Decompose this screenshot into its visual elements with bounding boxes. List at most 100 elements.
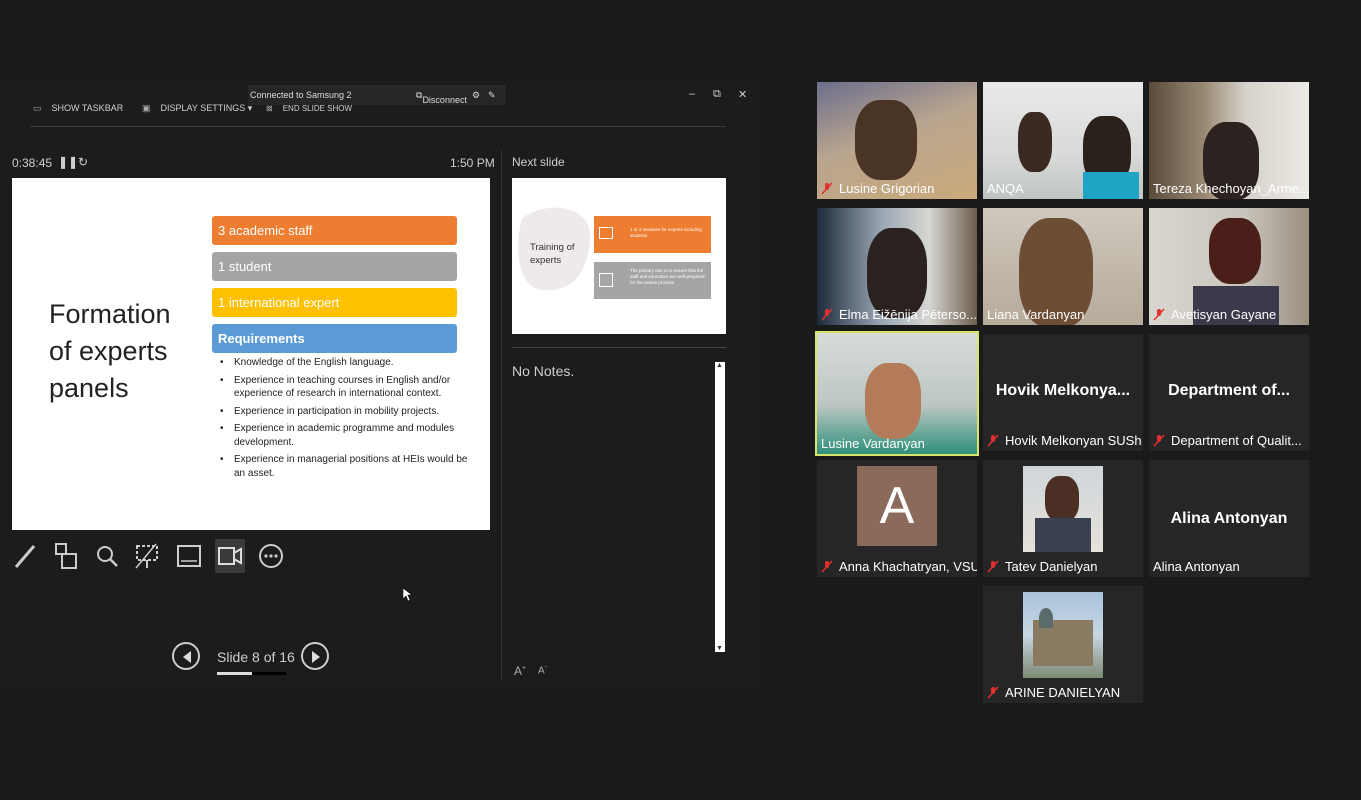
participant-video bbox=[1018, 112, 1052, 172]
remote-connection-bar: Connected to Samsung 2 ⧉ Disconnect ⚙ ✎ bbox=[248, 85, 506, 105]
requirement-item: Experience in teaching courses in Englis… bbox=[220, 374, 468, 401]
participant-tile[interactable]: Hovik Melkonya... Hovik Melkonyan SUSh bbox=[983, 334, 1143, 451]
connection-status: Connected to Samsung 2 bbox=[250, 90, 352, 100]
participant-name: Hovik Melkonyan SUSh bbox=[1005, 433, 1142, 448]
participant-tile[interactable]: Liana Vardanyan bbox=[983, 208, 1143, 325]
zoom-icon[interactable] bbox=[92, 540, 122, 572]
participant-video bbox=[867, 228, 927, 318]
participant-video bbox=[1083, 172, 1139, 199]
active-speaker-tile[interactable]: Lusine Vardanyan bbox=[815, 331, 979, 456]
notes-divider bbox=[512, 347, 726, 348]
slide-progress-fill bbox=[217, 672, 252, 675]
next-slide-button[interactable] bbox=[301, 642, 329, 670]
close-icon[interactable]: ✕ bbox=[738, 88, 747, 101]
avatar bbox=[1045, 476, 1079, 522]
participant-tile[interactable]: Tereza Khechoyan_Arme... bbox=[1149, 82, 1309, 199]
taskbar-icon: ▭ bbox=[33, 103, 42, 113]
avatar bbox=[1039, 608, 1053, 628]
more-icon[interactable] bbox=[256, 540, 286, 572]
scroll-down-icon[interactable]: ▼ bbox=[716, 645, 723, 652]
toolbar-divider bbox=[30, 126, 726, 127]
next-slide-box-icon bbox=[599, 227, 613, 239]
pointer-screen-icon[interactable] bbox=[132, 540, 162, 572]
participant-display-name: Department of... bbox=[1168, 382, 1290, 399]
minimize-icon[interactable]: – bbox=[689, 88, 695, 100]
camera-icon[interactable] bbox=[215, 539, 245, 573]
participant-tile[interactable]: Avetisyan Gayane bbox=[1149, 208, 1309, 325]
participant-name: Tatev Danielyan bbox=[1005, 559, 1098, 574]
participant-display-name: Alina Antonyan bbox=[1170, 510, 1288, 527]
speaker-notes[interactable]: No Notes. bbox=[512, 363, 574, 379]
display-icon: ▣ bbox=[142, 103, 151, 113]
avatar bbox=[1035, 518, 1091, 552]
end-slide-show-button[interactable]: ⊠ END SLIDE SHOW bbox=[266, 104, 352, 113]
next-slide-box-1: 1 or 2 sessions for experts including st… bbox=[594, 216, 711, 253]
grid-icon[interactable] bbox=[50, 540, 80, 572]
mic-muted-icon bbox=[987, 434, 999, 447]
participant-display-name: Hovik Melkonya... bbox=[995, 382, 1131, 399]
previous-slide-button[interactable] bbox=[172, 642, 200, 670]
current-slide: Formation of experts panels 3 academic s… bbox=[12, 178, 490, 530]
participant-tile[interactable]: Department of... Department of Qualit... bbox=[1149, 334, 1309, 451]
slide-counter[interactable]: Slide 8 of 16 bbox=[217, 649, 295, 665]
clock: 1:50 PM bbox=[450, 156, 495, 170]
requirements-list: Knowledge of the English language. Exper… bbox=[218, 356, 468, 484]
next-slide-box-2: The primary aim is to ensure that the st… bbox=[594, 262, 711, 299]
bar-student: 1 student bbox=[212, 252, 457, 281]
mic-muted-icon bbox=[821, 308, 833, 321]
participant-name: Alina Antonyan bbox=[1153, 559, 1240, 574]
end-show-icon: ⊠ bbox=[266, 104, 273, 113]
participant-name: Tereza Khechoyan_Arme... bbox=[1153, 181, 1309, 196]
pen-icon[interactable] bbox=[10, 540, 40, 572]
next-slide-label: Next slide bbox=[512, 155, 565, 169]
participant-name: Elma Eižēnija Pēterso... bbox=[839, 307, 977, 322]
restore-icon[interactable]: ⧉ bbox=[713, 88, 721, 101]
next-slide-box-1-text: 1 or 2 sessions for experts including st… bbox=[630, 227, 702, 238]
decrease-font-icon[interactable]: A- bbox=[538, 664, 547, 676]
pane-divider[interactable] bbox=[501, 150, 502, 680]
participant-tile[interactable]: Lusine Grigorian bbox=[817, 82, 977, 199]
participant-tile[interactable]: ANQA bbox=[983, 82, 1143, 199]
mic-muted-icon bbox=[987, 686, 999, 699]
subtitle-icon[interactable] bbox=[174, 540, 204, 572]
participant-name: Lusine Vardanyan bbox=[821, 436, 925, 451]
participant-tile[interactable]: Elma Eižēnija Pēterso... bbox=[817, 208, 977, 325]
mic-muted-icon bbox=[821, 182, 833, 195]
participant-tile[interactable]: ARINE DANIELYAN bbox=[983, 586, 1143, 703]
pin-icon[interactable]: ✎ bbox=[488, 90, 496, 101]
slide-title: Formation of experts panels bbox=[49, 299, 171, 403]
chevron-right-icon bbox=[312, 651, 320, 663]
bar-requirements: Requirements bbox=[212, 324, 457, 353]
requirement-item: Knowledge of the English language. bbox=[220, 356, 468, 370]
reset-icon[interactable]: ↻ bbox=[78, 155, 88, 169]
participant-name: ANQA bbox=[987, 181, 1024, 196]
participant-tile[interactable]: Alina Antonyan Alina Antonyan bbox=[1149, 460, 1309, 577]
pause-icon[interactable]: ❚❚ bbox=[58, 155, 78, 169]
display-settings-button[interactable]: ▣ DISPLAY SETTINGS ▾ bbox=[142, 103, 252, 114]
scroll-up-icon[interactable]: ▲ bbox=[716, 362, 723, 369]
elapsed-timer: 0:38:45 bbox=[12, 156, 53, 170]
next-slide-box-2-text: The primary aim is to ensure that the st… bbox=[630, 268, 705, 285]
avatar: A bbox=[857, 466, 937, 546]
disconnect-button[interactable]: ⧉ Disconnect bbox=[416, 90, 467, 105]
participant-tile[interactable]: A Anna Khachatryan, VSU bbox=[817, 460, 977, 577]
bar-academic-staff: 3 academic staff bbox=[212, 216, 457, 245]
mic-muted-icon bbox=[821, 560, 833, 573]
increase-font-icon[interactable]: A+ bbox=[514, 664, 526, 678]
participant-name: Liana Vardanyan bbox=[987, 307, 1085, 322]
requirement-item: Experience in academic programme and mod… bbox=[220, 422, 468, 449]
participant-name: Anna Khachatryan, VSU bbox=[839, 559, 977, 574]
notes-scrollbar[interactable]: ▲ ▼ bbox=[715, 362, 725, 652]
mic-muted-icon bbox=[987, 560, 999, 573]
next-slide-box-icon bbox=[599, 273, 613, 287]
participant-video bbox=[855, 100, 917, 180]
participant-name: ARINE DANIELYAN bbox=[1005, 685, 1121, 700]
mic-muted-icon bbox=[1153, 434, 1165, 447]
next-slide-preview[interactable]: Training of experts 1 or 2 sessions for … bbox=[512, 178, 726, 334]
participant-tile[interactable]: Tatev Danielyan bbox=[983, 460, 1143, 577]
slide-progress-bar bbox=[217, 672, 286, 675]
show-taskbar-button[interactable]: ▭ SHOW TASKBAR bbox=[33, 103, 123, 114]
participant-video bbox=[1209, 218, 1261, 284]
mouse-cursor-icon bbox=[403, 588, 413, 602]
gear-icon[interactable]: ⚙ bbox=[472, 90, 480, 101]
